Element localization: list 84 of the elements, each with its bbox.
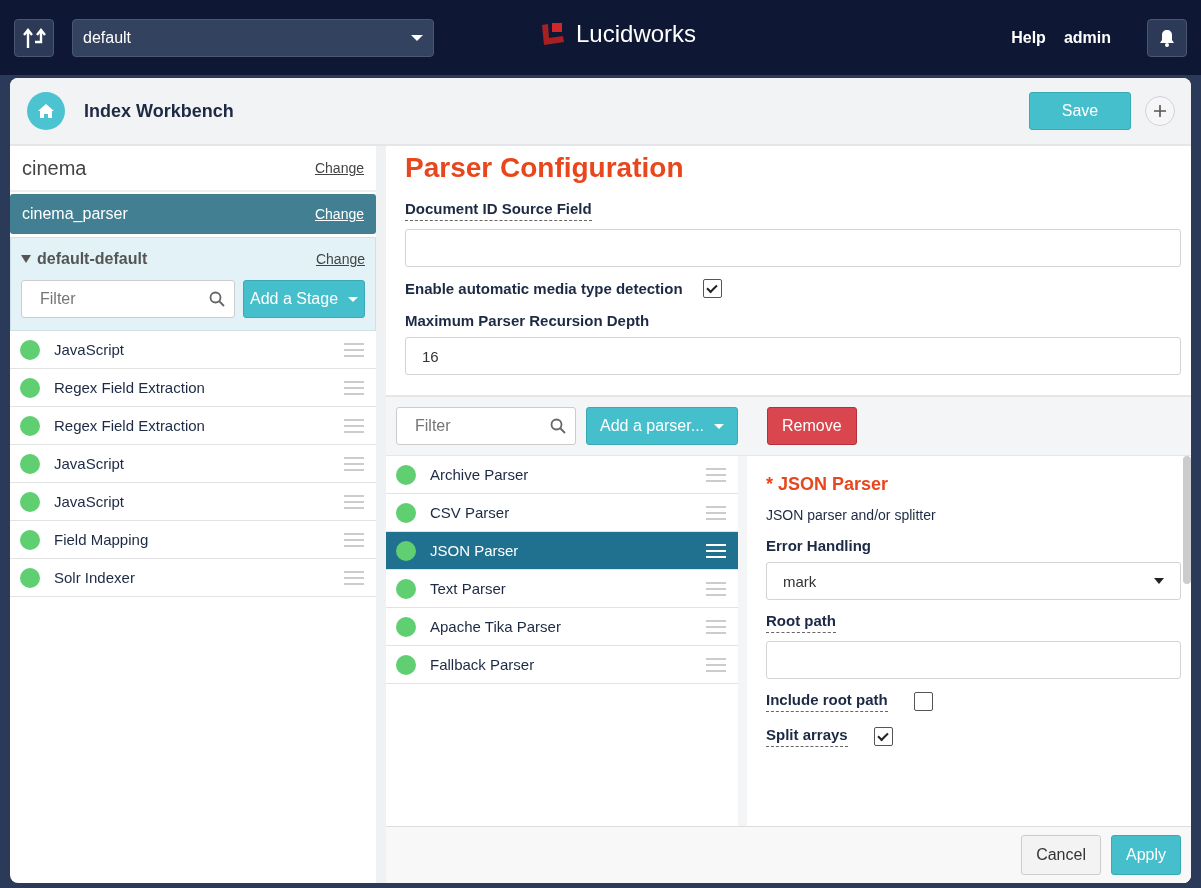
drag-handle-icon[interactable] — [344, 418, 364, 433]
status-dot — [396, 654, 416, 675]
parser-item[interactable]: Archive Parser — [386, 456, 738, 494]
pipeline-name: default-default — [37, 250, 148, 268]
stage-item[interactable]: JavaScript — [10, 331, 376, 369]
change-link[interactable]: Change — [315, 251, 365, 267]
status-dot — [396, 616, 416, 637]
field-label: Maximum Parser Recursion Depth — [405, 312, 650, 329]
status-dot — [20, 491, 40, 512]
input-field[interactable] — [405, 229, 1181, 267]
input-field[interactable] — [766, 641, 1181, 679]
stage-item[interactable]: Solr Indexer — [10, 559, 376, 597]
filter-field[interactable]: Filter — [396, 407, 576, 445]
nav-link[interactable]: Help — [1011, 28, 1046, 47]
status-dot — [20, 529, 40, 550]
nav-link[interactable]: admin — [1063, 28, 1111, 47]
expand-icon[interactable] — [21, 255, 31, 263]
scrollbar[interactable] — [1183, 456, 1191, 584]
change-link[interactable]: Change — [314, 160, 364, 176]
stage-item[interactable]: JavaScript — [10, 483, 376, 521]
field-label: Enable automatic media type detection — [405, 280, 683, 297]
stage-item[interactable]: Regex Field Extraction — [10, 369, 376, 407]
page-title: Index Workbench — [84, 100, 234, 122]
collection-name: cinema — [22, 156, 87, 180]
input-field[interactable]: 16 — [405, 337, 1181, 375]
status-dot — [20, 567, 40, 588]
field-label: Include root path — [766, 691, 888, 712]
drag-handle-icon[interactable] — [706, 657, 726, 672]
drag-handle-icon[interactable] — [344, 570, 364, 585]
drag-handle-icon[interactable] — [706, 467, 726, 482]
status-dot — [396, 502, 416, 523]
home-icon[interactable] — [26, 91, 66, 131]
drag-handle-icon[interactable] — [344, 456, 364, 471]
stage-item[interactable]: Regex Field Extraction — [10, 407, 376, 445]
checkbox[interactable] — [913, 692, 933, 711]
drag-handle-icon[interactable] — [344, 532, 364, 547]
add-button[interactable] — [1145, 96, 1175, 126]
stage-item[interactable]: JavaScript — [10, 445, 376, 483]
logo-text: Lucidworks — [576, 20, 697, 48]
parser-item[interactable]: Fallback Parser — [386, 646, 738, 684]
field-label: Split arrays — [766, 726, 848, 747]
caret-icon — [714, 423, 725, 429]
drag-handle-icon[interactable] — [706, 619, 726, 634]
launcher-button[interactable] — [14, 18, 54, 57]
remove-button[interactable]: Remove — [767, 407, 857, 445]
parser-title: * JSON Parser — [766, 474, 890, 495]
parser-name: cinema_parser — [22, 205, 128, 223]
checkbox[interactable] — [702, 279, 722, 298]
caret-icon — [1154, 578, 1164, 584]
plus-icon — [1153, 104, 1167, 118]
drag-handle-icon[interactable] — [706, 505, 726, 520]
filter-field[interactable]: Filter — [21, 280, 235, 318]
stage-item[interactable]: Field Mapping — [10, 521, 376, 559]
parser-item[interactable]: JSON Parser — [386, 532, 738, 570]
drag-handle-icon[interactable] — [344, 342, 364, 357]
field-label: Document ID Source Field — [405, 200, 592, 221]
drag-handle-icon[interactable] — [706, 581, 726, 596]
parser-item[interactable]: Apache Tika Parser — [386, 608, 738, 646]
app-select[interactable]: default — [72, 18, 434, 57]
drag-handle-icon[interactable] — [344, 380, 364, 395]
cancel-button[interactable]: Cancel — [1021, 835, 1101, 875]
status-dot — [20, 453, 40, 474]
bell-icon — [1159, 28, 1175, 47]
search-icon — [209, 291, 225, 307]
status-dot — [396, 578, 416, 599]
parser-item[interactable]: Text Parser — [386, 570, 738, 608]
caret-icon — [348, 296, 359, 302]
section-title: Parser Configuration — [405, 152, 685, 184]
parser-description: JSON parser and/or splitter — [766, 507, 937, 523]
status-dot — [396, 464, 416, 485]
status-dot — [20, 415, 40, 436]
error-handling-select[interactable]: mark — [766, 562, 1181, 600]
drag-handle-icon[interactable] — [344, 494, 364, 509]
field-label: Error Handling — [766, 537, 871, 554]
status-dot — [396, 540, 416, 561]
arrows-icon — [22, 26, 46, 49]
notifications-button[interactable] — [1147, 18, 1187, 57]
caret-icon — [411, 34, 423, 41]
status-dot — [20, 339, 40, 360]
change-link[interactable]: Change — [314, 206, 364, 222]
checkbox[interactable] — [873, 727, 893, 746]
search-icon — [550, 418, 566, 434]
status-dot — [20, 377, 40, 398]
field-label: Root path — [766, 612, 836, 633]
